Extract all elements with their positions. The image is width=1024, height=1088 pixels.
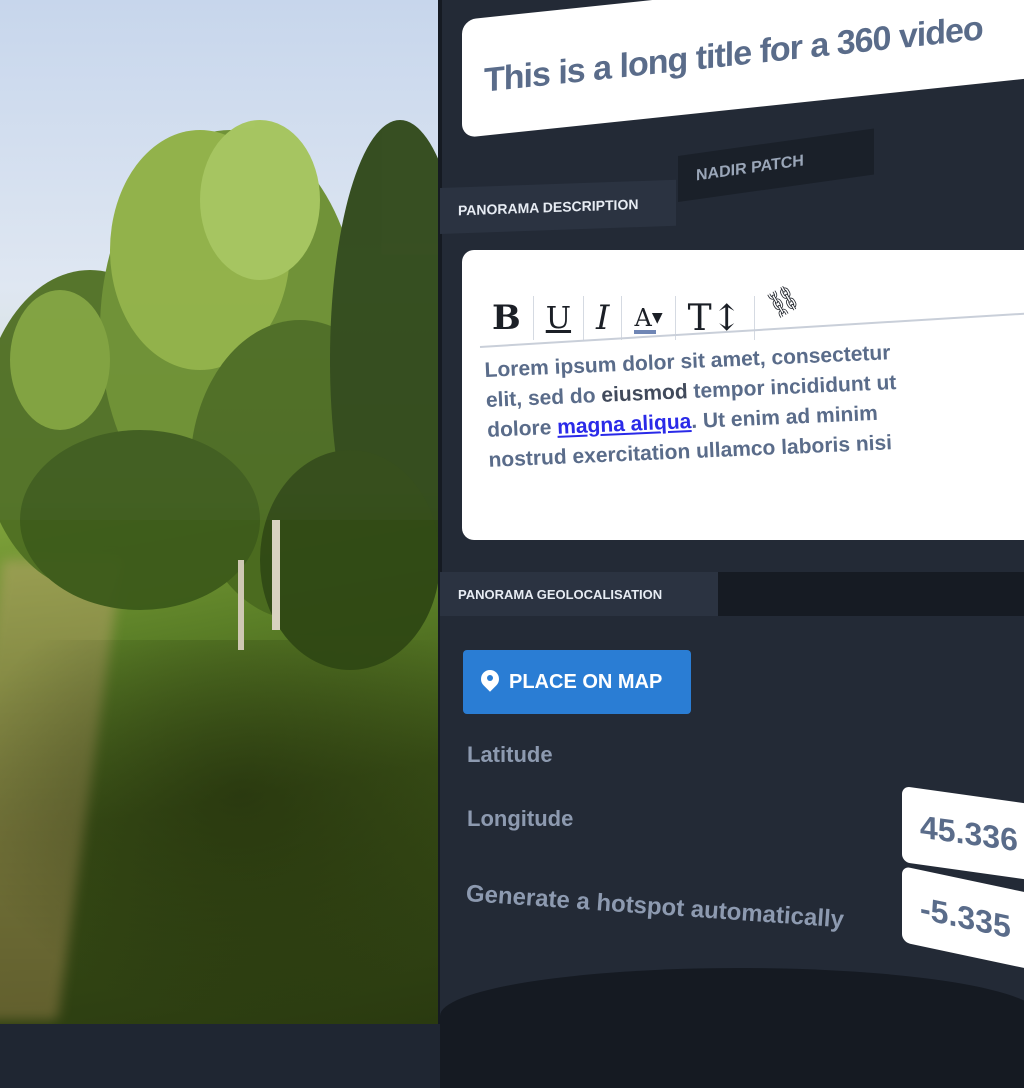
text-link[interactable]: magna aliqua [557, 410, 692, 439]
bold-button[interactable]: B [480, 296, 534, 340]
underline-button[interactable]: U [534, 296, 585, 340]
font-color-icon: A [634, 304, 652, 332]
title-input-value: This is a long title for a 360 video [484, 9, 983, 100]
text-format-toolbar: B U I A ▼ T↕ ⛓ [480, 280, 812, 340]
longitude-label: Longitude [467, 806, 574, 831]
trees-illustration [0, 120, 440, 670]
tab-bar: NADIR PATCH PANORAMA DESCRIPTION [440, 128, 1024, 234]
place-on-map-label: PLACE ON MAP [509, 670, 663, 693]
place-on-map-button[interactable]: PLACE ON MAP [463, 650, 691, 714]
bold-word: eiusmod [600, 380, 689, 407]
caret-down-icon: ▼ [651, 310, 663, 326]
tab-panorama-description[interactable]: PANORAMA DESCRIPTION [440, 179, 676, 234]
font-color-button[interactable]: A ▼ [622, 296, 676, 340]
panorama-view [0, 0, 440, 1024]
tab-panorama-geolocalisation[interactable]: PANORAMA GEOLOCALISATION [440, 572, 718, 616]
panel-bottom-edge [440, 968, 1024, 1088]
font-color-swatch [634, 330, 657, 334]
tab-bar-filler [718, 572, 1024, 616]
italic-button[interactable]: I [584, 296, 623, 340]
map-pin-icon [481, 670, 499, 694]
description-editor[interactable]: B U I A ▼ T↕ ⛓ Lorem ipsum dolor sit ame… [462, 250, 1024, 540]
description-text[interactable]: Lorem ipsum dolor sit amet, consectetur … [484, 329, 1024, 476]
latitude-label: Latitude [467, 742, 553, 767]
